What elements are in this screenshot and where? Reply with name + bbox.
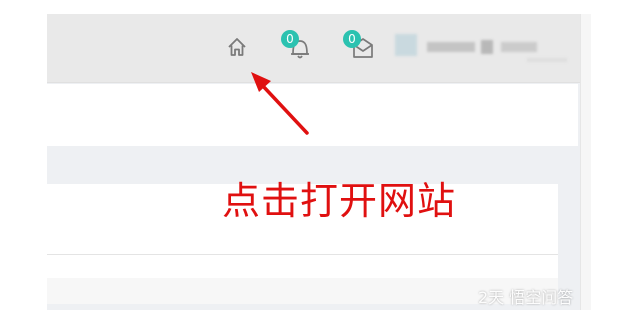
watermark: 2天 悟空问答 xyxy=(478,288,574,307)
annotation-text: 点击打开网站 xyxy=(222,179,457,223)
annotation-arrow xyxy=(251,72,309,135)
